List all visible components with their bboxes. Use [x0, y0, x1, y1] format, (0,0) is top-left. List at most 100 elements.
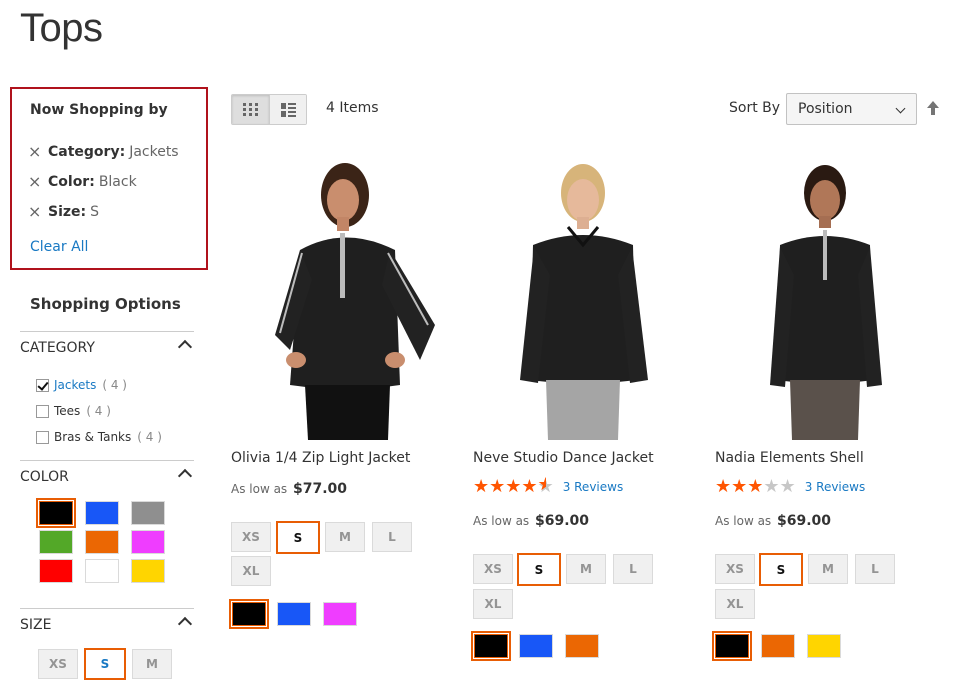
color-swatch-red[interactable] [39, 559, 73, 583]
category-option-jackets[interactable]: Jackets ( 4 ) [36, 378, 127, 392]
checkbox[interactable] [36, 404, 49, 418]
product-image[interactable] [468, 155, 698, 440]
category-facet-header[interactable]: CATEGORY [20, 331, 194, 363]
remove-filter-icon[interactable]: × [28, 204, 42, 220]
remove-filter-icon[interactable]: × [28, 144, 42, 160]
product-price: As low as $77.00 [231, 481, 347, 497]
product-rating: ★★★★★ 3 Reviews [715, 478, 865, 496]
sort-by-label: Sort By [729, 100, 781, 116]
category-option-count: ( 4 ) [102, 378, 127, 392]
color-swatch-purple[interactable] [131, 530, 165, 554]
product-size-xl[interactable]: XL [715, 589, 755, 619]
chevron-down-icon [895, 103, 906, 114]
color-facet-header[interactable]: COLOR [20, 460, 194, 492]
color-swatch-blue[interactable] [85, 501, 119, 525]
color-swatch-orange[interactable] [85, 530, 119, 554]
product-size-m[interactable]: M [325, 522, 365, 552]
chevron-up-icon [177, 339, 193, 355]
reviews-link[interactable]: 3 Reviews [563, 480, 624, 494]
product-color-blue[interactable] [277, 602, 311, 626]
product-size-l[interactable]: L [613, 554, 653, 584]
product-price: As low as $69.00 [715, 513, 831, 529]
reviews-link[interactable]: 3 Reviews [805, 480, 866, 494]
rating-stars: ★★★★★ [715, 476, 796, 497]
price-value: $69.00 [535, 513, 590, 529]
sort-by-value: Position [798, 101, 853, 117]
chevron-up-icon [177, 468, 193, 484]
items-count: 4 Items [326, 100, 379, 116]
shopping-options-title: Shopping Options [30, 295, 181, 313]
product-name-link[interactable]: Neve Studio Dance Jacket [473, 450, 654, 466]
category-option-tees[interactable]: Tees ( 4 ) [36, 404, 111, 418]
size-option-m[interactable]: M [132, 649, 172, 679]
checkbox[interactable] [36, 378, 49, 392]
category-option-bras-tanks[interactable]: Bras & Tanks ( 4 ) [36, 430, 162, 444]
product-color-purple[interactable] [323, 602, 357, 626]
chevron-up-icon [177, 616, 193, 632]
price-value: $77.00 [293, 481, 348, 497]
product-color-orange[interactable] [761, 634, 795, 658]
category-option-label[interactable]: Jackets [54, 378, 96, 392]
active-filter-category: × Category: Jackets [28, 144, 179, 161]
page-title: Tops [20, 6, 103, 50]
filter-label: Size: [48, 204, 87, 220]
product-size-s[interactable]: S [517, 553, 561, 586]
product-image[interactable] [230, 155, 460, 440]
price-prefix: As low as [231, 482, 288, 496]
price-prefix: As low as [715, 514, 772, 528]
active-filter-size: × Size: S [28, 204, 100, 221]
color-swatch-white[interactable] [85, 559, 119, 583]
size-option-s[interactable]: S [84, 648, 126, 680]
rating-stars: ★★★★★★ [473, 476, 554, 497]
product-color-black[interactable] [471, 631, 511, 661]
view-mode-toggle [231, 94, 307, 125]
product-color-orange[interactable] [565, 634, 599, 658]
product-size-m[interactable]: M [566, 554, 606, 584]
product-price: As low as $69.00 [473, 513, 589, 529]
product-size-xs[interactable]: XS [231, 522, 271, 552]
size-option-xs[interactable]: XS [38, 649, 78, 679]
product-name-link[interactable]: Nadia Elements Shell [715, 450, 864, 466]
filter-value: Jackets [129, 144, 179, 160]
product-size-l[interactable]: L [855, 554, 895, 584]
product-rating: ★★★★★★ 3 Reviews [473, 476, 624, 497]
product-color-black[interactable] [712, 631, 752, 661]
sort-by-select[interactable]: Position [786, 93, 917, 125]
size-facet-label: SIZE [20, 617, 52, 633]
category-option-label[interactable]: Bras & Tanks [54, 430, 131, 444]
color-swatch-green[interactable] [39, 530, 73, 554]
filter-value: S [90, 204, 100, 220]
sort-direction-arrow-icon[interactable] [926, 100, 940, 120]
filter-value: Black [98, 174, 137, 190]
list-view-icon[interactable] [269, 95, 306, 124]
clear-all-link[interactable]: Clear All [30, 239, 88, 255]
color-swatch-black[interactable] [36, 498, 76, 528]
product-size-xs[interactable]: XS [715, 554, 755, 584]
product-size-l[interactable]: L [372, 522, 412, 552]
price-value: $69.00 [777, 513, 832, 529]
grid-view-icon[interactable] [232, 95, 269, 124]
size-facet-header[interactable]: SIZE [20, 608, 194, 640]
color-facet-label: COLOR [20, 469, 69, 485]
color-swatch-yellow[interactable] [131, 559, 165, 583]
category-option-count: ( 4 ) [137, 430, 162, 444]
product-size-s[interactable]: S [759, 553, 803, 586]
now-shopping-title: Now Shopping by [30, 102, 168, 118]
checkbox[interactable] [36, 430, 49, 444]
remove-filter-icon[interactable]: × [28, 174, 42, 190]
product-size-xl[interactable]: XL [473, 589, 513, 619]
price-prefix: As low as [473, 514, 530, 528]
product-size-xs[interactable]: XS [473, 554, 513, 584]
category-option-label[interactable]: Tees [54, 404, 80, 418]
product-size-s[interactable]: S [276, 521, 320, 554]
product-color-yellow[interactable] [807, 634, 841, 658]
product-color-blue[interactable] [519, 634, 553, 658]
color-swatch-gray[interactable] [131, 501, 165, 525]
now-shopping-panel: Now Shopping by × Category: Jackets × Co… [10, 87, 208, 270]
product-name-link[interactable]: Olivia 1/4 Zip Light Jacket [231, 450, 410, 466]
product-size-m[interactable]: M [808, 554, 848, 584]
product-size-xl[interactable]: XL [231, 556, 271, 586]
product-color-black[interactable] [229, 599, 269, 629]
product-image[interactable] [710, 155, 940, 440]
filter-label: Category: [48, 144, 126, 160]
